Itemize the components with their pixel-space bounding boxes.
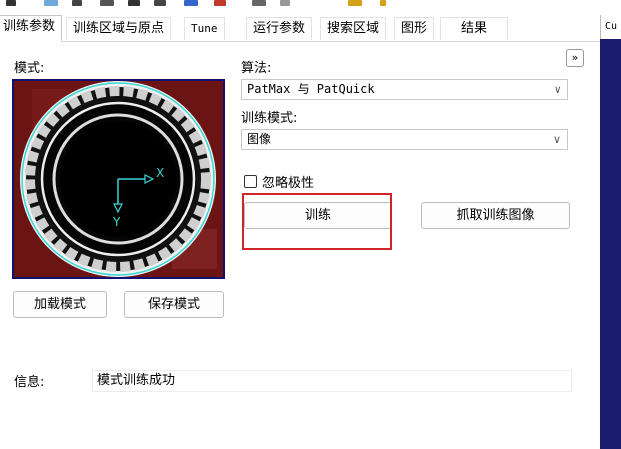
toolbar <box>0 0 600 9</box>
train-mode-value: 图像 <box>247 132 272 146</box>
pattern-label: 模式: <box>14 61 45 76</box>
train-mode-label: 训练模式: <box>241 111 298 126</box>
tab-train-params[interactable]: 训练参数 <box>0 15 63 42</box>
folder-icon[interactable] <box>100 0 114 6</box>
load-pattern-button[interactable]: 加载模式 <box>13 291 107 318</box>
chart-icon[interactable] <box>348 0 362 6</box>
train-mode-select[interactable]: 图像 ∨ <box>241 129 568 150</box>
line-icon[interactable] <box>184 0 198 6</box>
tab-graphics[interactable]: 图形 <box>394 17 435 40</box>
pattern-image: X Y <box>12 79 225 279</box>
axis-x-label: X <box>156 166 164 180</box>
ignore-polarity-label: 忽略极性 <box>262 176 315 191</box>
select-icon[interactable] <box>44 0 58 6</box>
axis-y-label: Y <box>112 215 121 229</box>
save-icon[interactable] <box>128 0 140 6</box>
tab-search-region[interactable]: 搜索区域 <box>320 17 387 40</box>
right-panel-tab[interactable]: Cu <box>600 15 621 39</box>
grab-train-image-button[interactable]: 抓取训练图像 <box>421 202 570 229</box>
algorithm-value: PatMax 与 PatQuick <box>247 82 375 96</box>
info-label: 信息: <box>14 375 45 390</box>
bulb-icon[interactable] <box>380 0 386 6</box>
tab-train-region[interactable]: 训练区域与原点 <box>66 17 172 40</box>
info-field: 模式训练成功 <box>92 370 572 392</box>
right-panel <box>600 15 621 449</box>
tab-results[interactable]: 结果 <box>440 17 509 40</box>
arrow-icon[interactable] <box>6 0 16 6</box>
chevron-down-icon: ∨ <box>552 133 561 146</box>
collapse-button[interactable]: » <box>566 49 584 67</box>
chevron-down-icon: ∨ <box>554 83 561 96</box>
save-pattern-button[interactable]: 保存模式 <box>124 291 224 318</box>
double-chevron-down-icon: » <box>571 51 579 64</box>
grid-icon[interactable] <box>252 0 266 6</box>
highlight-box <box>242 193 392 250</box>
play-icon[interactable] <box>280 0 290 6</box>
tab-run-params[interactable]: 运行参数 <box>246 17 313 40</box>
tab-bar: 训练参数 训练区域与原点 Tune 运行参数 搜索区域 图形 结果 <box>0 15 600 42</box>
algorithm-select[interactable]: PatMax 与 PatQuick ∨ <box>241 79 568 100</box>
copy-icon[interactable] <box>72 0 82 6</box>
ignore-polarity-checkbox[interactable] <box>244 175 257 188</box>
red-icon[interactable] <box>214 0 226 6</box>
tab-tune[interactable]: Tune <box>184 17 225 40</box>
lock-icon[interactable] <box>154 0 166 6</box>
algorithm-label: 算法: <box>241 61 272 76</box>
